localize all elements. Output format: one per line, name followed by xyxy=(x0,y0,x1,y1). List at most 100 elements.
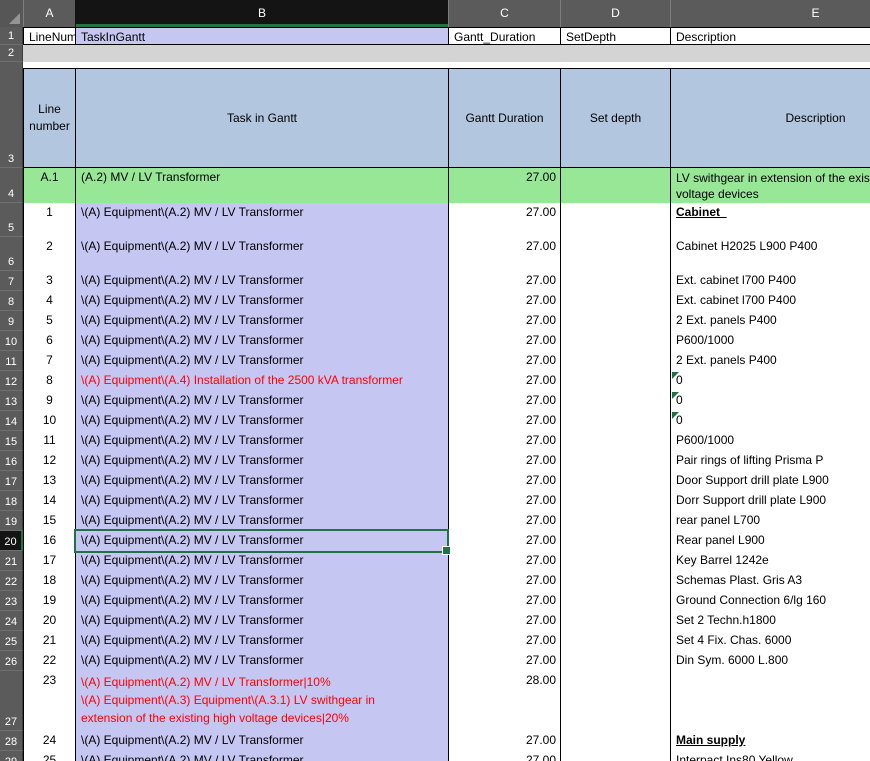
cell-c27[interactable]: 28.00 xyxy=(448,671,560,731)
cell-e19[interactable]: rear panel L700 xyxy=(670,511,870,531)
cell-b16[interactable]: \(A) Equipment\(A.2) MV / LV Transformer xyxy=(75,451,448,471)
row-header-8[interactable]: 8 xyxy=(0,291,23,311)
cell-e10[interactable]: P600/1000 xyxy=(670,331,870,351)
row-header-21[interactable]: 21 xyxy=(0,551,23,571)
cell-b22[interactable]: \(A) Equipment\(A.2) MV / LV Transformer xyxy=(75,571,448,591)
cell-e23[interactable]: Ground Connection 6/lg 160 xyxy=(670,591,870,611)
row-header-3[interactable]: 3 xyxy=(0,62,23,168)
row-header-26[interactable]: 26 xyxy=(0,651,23,671)
cell-e29[interactable]: Interpact Ins80 Yellow xyxy=(670,751,870,761)
cell-d3[interactable]: Set depth xyxy=(560,68,670,168)
cell-e21[interactable]: Key Barrel 1242e xyxy=(670,551,870,571)
cell-e17[interactable]: Door Support drill plate L900 xyxy=(670,471,870,491)
row-header-28[interactable]: 28 xyxy=(0,731,23,751)
cell-b3[interactable]: Task in Gantt xyxy=(75,68,448,168)
cell-b9[interactable]: \(A) Equipment\(A.2) MV / LV Transformer xyxy=(75,311,448,331)
cell-e3[interactable]: Description xyxy=(670,68,870,168)
row-header-2[interactable]: 2 xyxy=(0,45,23,62)
cell-e26[interactable]: Din Sym. 6000 L.800 xyxy=(670,651,870,671)
cell-d27[interactable] xyxy=(560,671,670,731)
row-header-22[interactable]: 22 xyxy=(0,571,23,591)
cell-a1[interactable]: LineNum xyxy=(23,27,75,45)
column-header-e[interactable]: E xyxy=(670,0,870,27)
cell-a24[interactable]: 20 xyxy=(23,611,75,631)
cell-c25[interactable]: 27.00 xyxy=(448,631,560,651)
row-header-24[interactable]: 24 xyxy=(0,611,23,631)
cell-b15[interactable]: \(A) Equipment\(A.2) MV / LV Transformer xyxy=(75,431,448,451)
cell-d21[interactable] xyxy=(560,551,670,571)
cell-a26[interactable]: 22 xyxy=(23,651,75,671)
cell-c5[interactable]: 27.00 xyxy=(448,203,560,237)
cell-c11[interactable]: 27.00 xyxy=(448,351,560,371)
cell-b28[interactable]: \(A) Equipment\(A.2) MV / LV Transformer xyxy=(75,731,448,751)
cell-b10[interactable]: \(A) Equipment\(A.2) MV / LV Transformer xyxy=(75,331,448,351)
cell-c16[interactable]: 27.00 xyxy=(448,451,560,471)
cell-c14[interactable]: 27.00 xyxy=(448,411,560,431)
cell-c1[interactable]: Gantt_Duration xyxy=(448,27,560,45)
cell-a9[interactable]: 5 xyxy=(23,311,75,331)
cell-b29[interactable]: \(A) Equipment\(A.2) MV / LV Transformer xyxy=(75,751,448,761)
cell-a21[interactable]: 17 xyxy=(23,551,75,571)
cell-b12[interactable]: \(A) Equipment\(A.4) Installation of the… xyxy=(75,371,448,391)
cell-c9[interactable]: 27.00 xyxy=(448,311,560,331)
cell-c10[interactable]: 27.00 xyxy=(448,331,560,351)
row-header-25[interactable]: 25 xyxy=(0,631,23,651)
cell-b21[interactable]: \(A) Equipment\(A.2) MV / LV Transformer xyxy=(75,551,448,571)
cell-d24[interactable] xyxy=(560,611,670,631)
cell-d9[interactable] xyxy=(560,311,670,331)
cell-c19[interactable]: 27.00 xyxy=(448,511,560,531)
cell-e13[interactable]: 0 xyxy=(670,391,870,411)
fill-handle[interactable] xyxy=(442,546,451,555)
cell-a11[interactable]: 7 xyxy=(23,351,75,371)
row-header-27[interactable]: 27 xyxy=(0,671,23,731)
cell-e4[interactable]: LV swithgear in extension of the existin… xyxy=(670,168,870,203)
cell-b26[interactable]: \(A) Equipment\(A.2) MV / LV Transformer xyxy=(75,651,448,671)
cell-b18[interactable]: \(A) Equipment\(A.2) MV / LV Transformer xyxy=(75,491,448,511)
cell-a13[interactable]: 9 xyxy=(23,391,75,411)
cell-b20[interactable]: \(A) Equipment\(A.2) MV / LV Transformer xyxy=(75,531,448,551)
column-header-c[interactable]: C xyxy=(448,0,560,27)
cell-d14[interactable] xyxy=(560,411,670,431)
cell-a29[interactable]: 25 xyxy=(23,751,75,761)
column-header-a[interactable]: A xyxy=(23,0,75,27)
cell-b13[interactable]: \(A) Equipment\(A.2) MV / LV Transformer xyxy=(75,391,448,411)
cell-a22[interactable]: 18 xyxy=(23,571,75,591)
cell-d26[interactable] xyxy=(560,651,670,671)
row-header-12[interactable]: 12 xyxy=(0,371,23,391)
cell-d22[interactable] xyxy=(560,571,670,591)
cell-b17[interactable]: \(A) Equipment\(A.2) MV / LV Transformer xyxy=(75,471,448,491)
cell-a17[interactable]: 13 xyxy=(23,471,75,491)
cell-a19[interactable]: 15 xyxy=(23,511,75,531)
cell-b24[interactable]: \(A) Equipment\(A.2) MV / LV Transformer xyxy=(75,611,448,631)
cell-d1[interactable]: SetDepth xyxy=(560,27,670,45)
select-all-corner[interactable] xyxy=(0,0,23,27)
cell-d23[interactable] xyxy=(560,591,670,611)
row-header-17[interactable]: 17 xyxy=(0,471,23,491)
cell-b14[interactable]: \(A) Equipment\(A.2) MV / LV Transformer xyxy=(75,411,448,431)
row-header-23[interactable]: 23 xyxy=(0,591,23,611)
cell-c4[interactable]: 27.00 xyxy=(448,168,560,203)
cell-a28[interactable]: 24 xyxy=(23,731,75,751)
row-header-6[interactable]: 6 xyxy=(0,237,23,271)
cell-a8[interactable]: 4 xyxy=(23,291,75,311)
cell-a6[interactable]: 2 xyxy=(23,237,75,271)
cell-d15[interactable] xyxy=(560,431,670,451)
cell-d29[interactable] xyxy=(560,751,670,761)
cell-d8[interactable] xyxy=(560,291,670,311)
cell-c23[interactable]: 27.00 xyxy=(448,591,560,611)
cell-c20[interactable]: 27.00 xyxy=(448,531,560,551)
row-header-7[interactable]: 7 xyxy=(0,271,23,291)
cell-a18[interactable]: 14 xyxy=(23,491,75,511)
cell-e25[interactable]: Set 4 Fix. Chas. 6000 xyxy=(670,631,870,651)
row-header-9[interactable]: 9 xyxy=(0,311,23,331)
cell-a15[interactable]: 11 xyxy=(23,431,75,451)
cell-b8[interactable]: \(A) Equipment\(A.2) MV / LV Transformer xyxy=(75,291,448,311)
row-header-1[interactable]: 1 xyxy=(0,27,23,45)
cell-a10[interactable]: 6 xyxy=(23,331,75,351)
cell-d18[interactable] xyxy=(560,491,670,511)
cell-e1[interactable]: Description xyxy=(670,27,870,45)
row-header-16[interactable]: 16 xyxy=(0,451,23,471)
row-header-10[interactable]: 10 xyxy=(0,331,23,351)
row-header-13[interactable]: 13 xyxy=(0,391,23,411)
cell-d17[interactable] xyxy=(560,471,670,491)
